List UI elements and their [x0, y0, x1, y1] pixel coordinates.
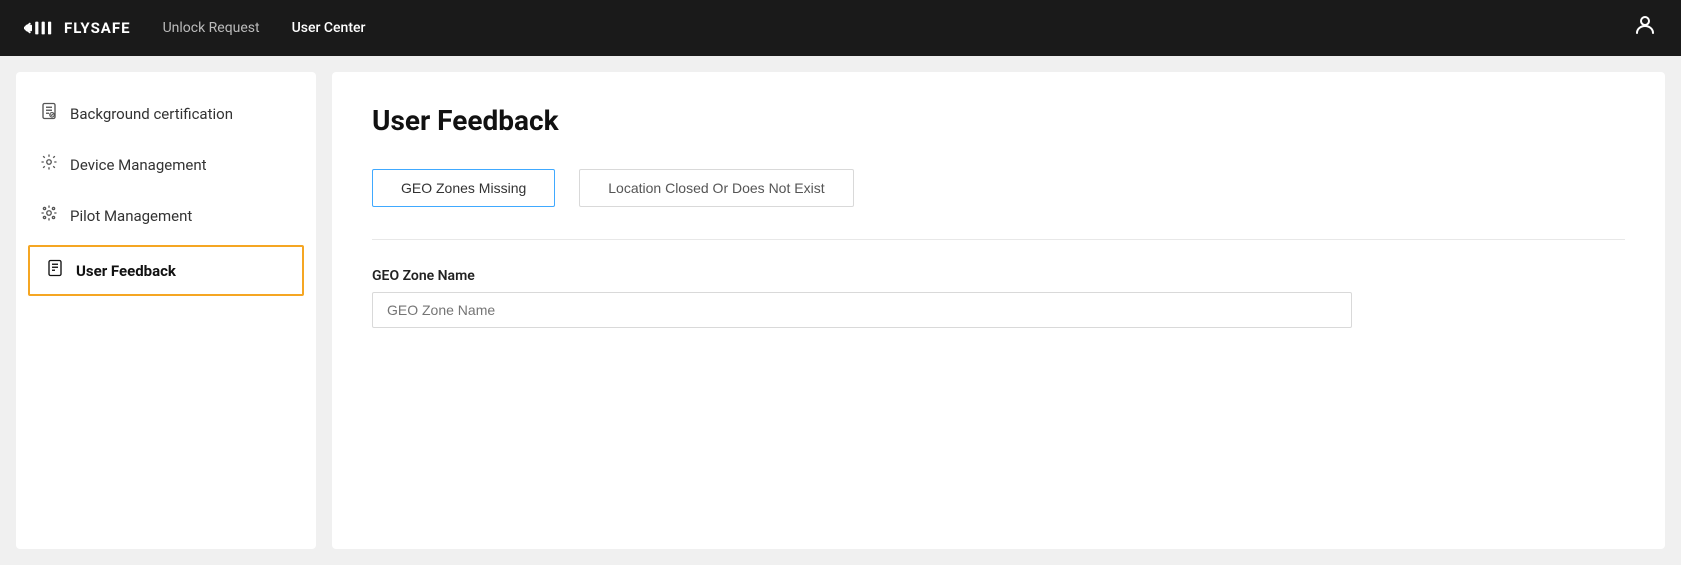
dji-logo-icon	[24, 18, 56, 38]
tab-geo-zones-missing[interactable]: GEO Zones Missing	[372, 169, 555, 207]
navbar: FLYSAFE Unlock Request User Center	[0, 0, 1681, 56]
sidebar-label-device-management: Device Management	[70, 156, 207, 174]
sidebar-label-user-feedback: User Feedback	[76, 262, 176, 280]
nav-user-center[interactable]: User Center	[292, 20, 366, 36]
geo-zone-name-label: GEO Zone Name	[372, 268, 1352, 284]
sidebar-item-background-certification[interactable]: Background certification	[16, 88, 316, 139]
sidebar-item-device-management[interactable]: Device Management	[16, 139, 316, 190]
form-section: GEO Zone Name	[372, 268, 1352, 328]
device-management-icon	[40, 153, 58, 176]
sidebar-item-user-feedback[interactable]: User Feedback	[28, 245, 304, 296]
main-content: User Feedback GEO Zones Missing Location…	[332, 72, 1665, 549]
tab-location-closed[interactable]: Location Closed Or Does Not Exist	[579, 169, 853, 207]
nav-unlock-request[interactable]: Unlock Request	[163, 20, 260, 36]
user-feedback-icon	[46, 259, 64, 282]
tabs-row: GEO Zones Missing Location Closed Or Doe…	[372, 169, 1625, 207]
layout: Background certification Device Manageme…	[0, 56, 1681, 565]
user-icon[interactable]	[1633, 13, 1657, 43]
section-divider	[372, 239, 1625, 240]
navbar-left: FLYSAFE Unlock Request User Center	[24, 18, 365, 38]
navbar-logo: FLYSAFE	[24, 18, 131, 38]
sidebar-label-background-certification: Background certification	[70, 105, 233, 123]
page-title: User Feedback	[372, 104, 1625, 137]
logo-text: FLYSAFE	[64, 19, 131, 37]
sidebar-label-pilot-management: Pilot Management	[70, 207, 192, 225]
sidebar: Background certification Device Manageme…	[16, 72, 316, 549]
geo-zone-name-input[interactable]	[372, 292, 1352, 328]
sidebar-item-pilot-management[interactable]: Pilot Management	[16, 190, 316, 241]
pilot-management-icon	[40, 204, 58, 227]
background-cert-icon	[40, 102, 58, 125]
